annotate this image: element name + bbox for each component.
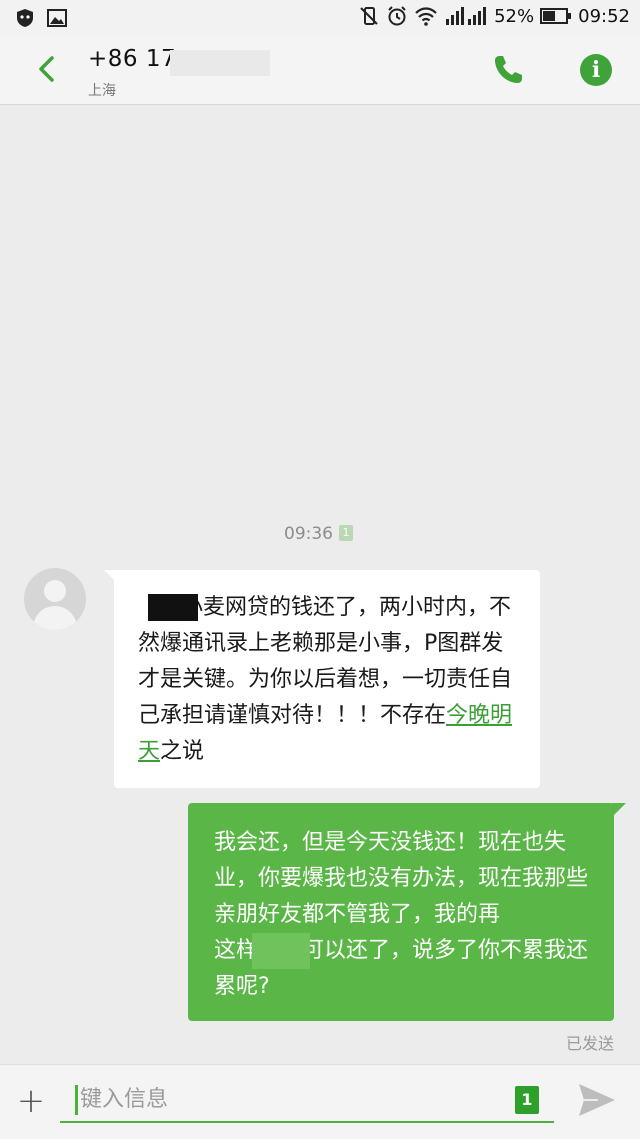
avatar-body: [33, 606, 77, 630]
info-button[interactable]: i: [580, 54, 612, 86]
avatar-head: [44, 580, 66, 602]
plus-icon[interactable]: +: [16, 1081, 46, 1121]
outgoing-bubble-tail: [612, 803, 626, 817]
contact-location: 上海: [88, 83, 116, 99]
status-bar: 52% 09:52: [0, 0, 640, 36]
composer-bar: + 键入信息: [0, 1064, 640, 1139]
incoming-text-end: 之说: [160, 739, 205, 764]
battery-icon: [540, 8, 572, 24]
shield-icon: [17, 9, 33, 27]
wifi-icon: [415, 7, 437, 26]
text-cursor: [75, 1085, 78, 1115]
redaction-box: [148, 594, 198, 621]
phone-icon[interactable]: [490, 52, 526, 88]
message-timestamp: 09:36: [284, 524, 333, 544]
redaction-box: [252, 933, 310, 969]
sim-select-button[interactable]: 1: [515, 1086, 539, 1114]
chevron-left-icon[interactable]: [32, 54, 62, 84]
send-icon[interactable]: [576, 1080, 618, 1120]
outgoing-message-text: 我会还，但是今天没钱还！现在也失业，你要爆我也没有办法，现在我那些亲朋好友都不管…: [214, 825, 594, 1005]
conversation-header: +86 17 上海 i: [0, 36, 640, 105]
outgoing-message-bubble[interactable]: 我会还，但是今天没钱还！现在也失业，你要爆我也没有办法，现在我那些亲朋好友都不管…: [188, 803, 614, 1021]
sim-badge-small: 1: [339, 525, 353, 541]
message-input[interactable]: 键入信息: [60, 1083, 554, 1123]
mute-vibrate-icon: [360, 7, 378, 25]
image-icon: [47, 9, 67, 27]
status-time: 09:52: [578, 5, 630, 27]
contact-number: +86 17: [88, 46, 177, 72]
status-bar-left-icons: [14, 7, 68, 29]
info-icon: i: [591, 57, 601, 83]
redaction-box: [170, 50, 270, 76]
incoming-message-bubble[interactable]: 把小麦网贷的钱还了，两小时内，不然爆通讯录上老赖那是小事，P图群发才是关键。为你…: [114, 570, 540, 788]
avatar[interactable]: [24, 568, 86, 630]
input-placeholder: 键入信息: [80, 1087, 169, 1112]
battery-percent: 52%: [494, 5, 535, 27]
outgoing-text-part: 我会还，但是今天没钱还！现在也失业，你要爆我也没有办法，现在我那些亲朋好友都不管…: [214, 830, 589, 927]
alarm-icon: [388, 6, 406, 26]
status-bar-right: 52% 09:52: [358, 5, 630, 27]
signal-icon: [446, 7, 487, 25]
message-status: 已发送: [565, 1034, 614, 1053]
